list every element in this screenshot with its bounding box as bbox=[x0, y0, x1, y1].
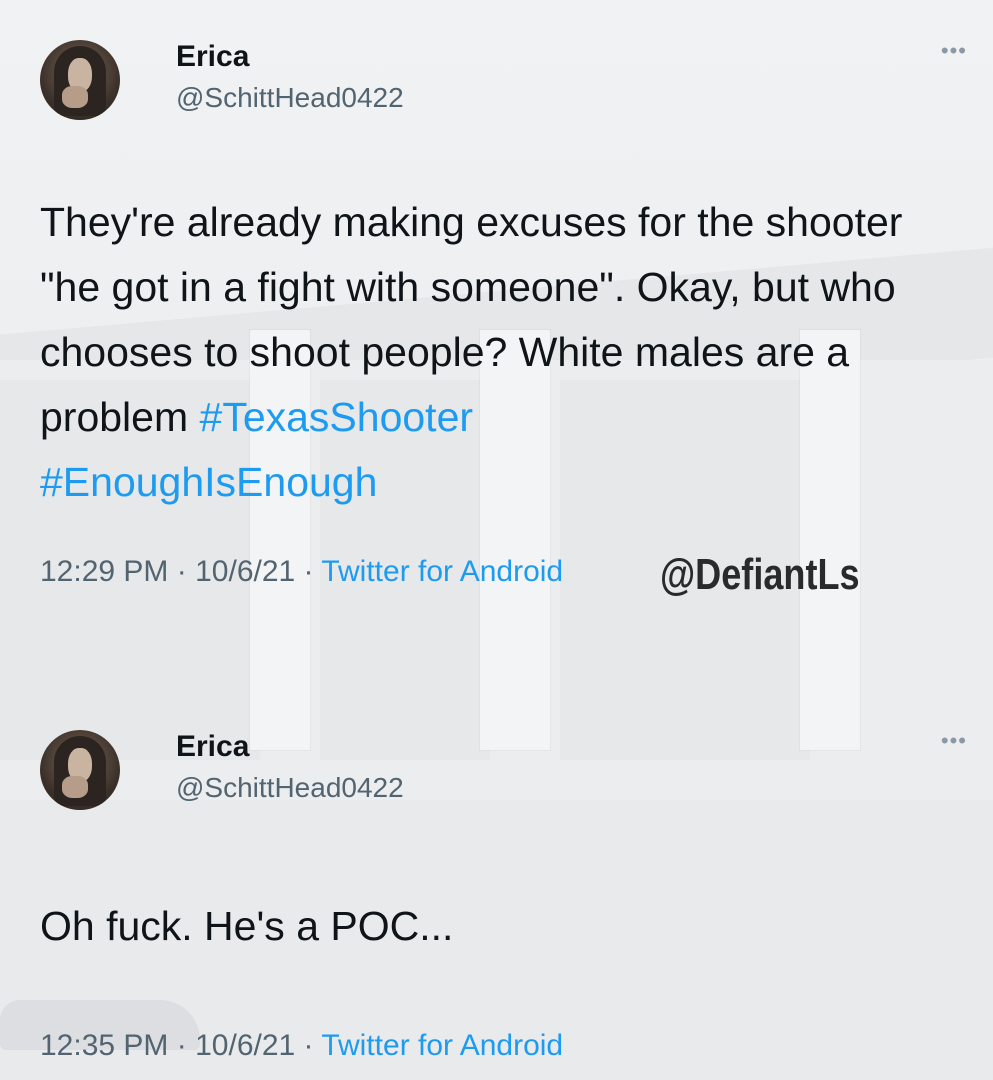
avatar[interactable] bbox=[40, 40, 120, 120]
display-name[interactable]: Erica bbox=[176, 730, 249, 764]
tweet-meta: 12:35 PM · 10/6/21 · Twitter for Android bbox=[40, 1029, 955, 1063]
user-handle[interactable]: @SchittHead0422 bbox=[176, 82, 404, 114]
meta-separator: · bbox=[303, 1029, 314, 1062]
tweet-time[interactable]: 12:35 PM bbox=[40, 1029, 168, 1062]
user-handle[interactable]: @SchittHead0422 bbox=[176, 772, 404, 804]
meta-separator: · bbox=[176, 555, 187, 588]
tweet[interactable]: Erica @SchittHead0422 ••• Oh fuck. He's … bbox=[40, 728, 966, 1063]
tweet-source-link[interactable]: Twitter for Android bbox=[321, 1029, 563, 1062]
meta-separator: · bbox=[176, 1029, 187, 1062]
avatar[interactable] bbox=[40, 730, 120, 810]
tweet-source-link[interactable]: Twitter for Android bbox=[321, 555, 563, 588]
meta-separator: · bbox=[303, 555, 314, 588]
tweet-header: Erica @SchittHead0422 ••• bbox=[40, 728, 966, 810]
more-horizontal-icon[interactable]: ••• bbox=[941, 728, 967, 754]
tweet-text: They're already making excuses for the s… bbox=[40, 190, 940, 515]
tweet[interactable]: Erica @SchittHead0422 ••• They're alread… bbox=[40, 38, 966, 589]
tweet-header: Erica @SchittHead0422 ••• bbox=[40, 38, 966, 120]
more-horizontal-icon[interactable]: ••• bbox=[941, 38, 967, 64]
watermark: @DefiantLs bbox=[660, 550, 860, 599]
tweet-date[interactable]: 10/6/21 bbox=[195, 1029, 295, 1062]
hashtag-link[interactable]: #EnoughIsEnough bbox=[40, 459, 377, 505]
display-name[interactable]: Erica bbox=[176, 40, 249, 74]
tweet-text: Oh fuck. He's a POC... bbox=[40, 903, 454, 949]
tweet-date[interactable]: 10/6/21 bbox=[195, 555, 295, 588]
hashtag-link[interactable]: #TexasShooter bbox=[200, 394, 474, 440]
tweet-time[interactable]: 12:29 PM bbox=[40, 555, 168, 588]
